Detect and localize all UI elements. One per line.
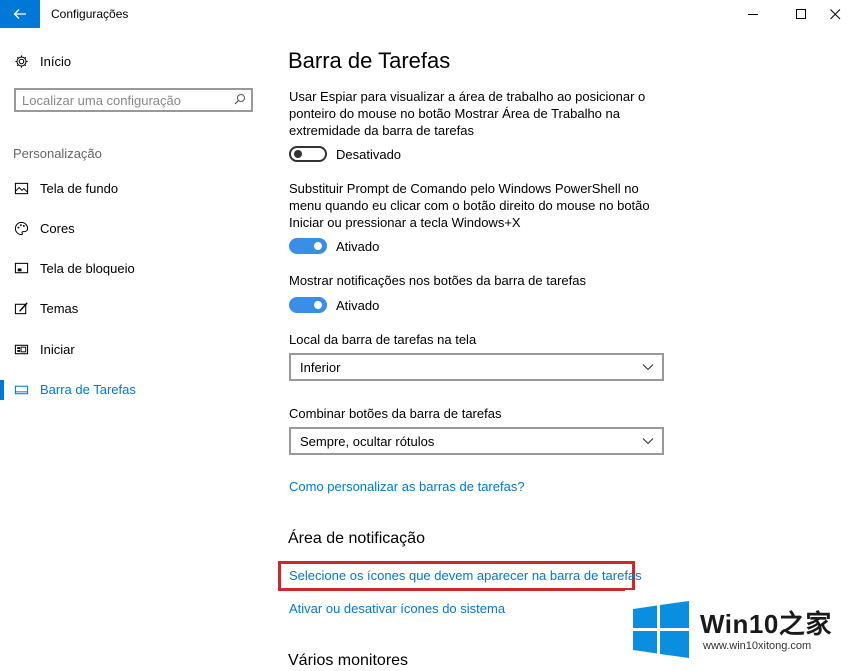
windows-logo-icon [633, 601, 689, 658]
toggle-knob [294, 150, 302, 158]
sidebar-item-colors[interactable]: Cores [13, 218, 75, 238]
combine-label: Combinar botões da barra de tarefas [289, 406, 502, 421]
notifications-toggle-state: Ativado [336, 298, 380, 313]
powershell-toggle[interactable] [289, 238, 327, 254]
palette-icon [13, 220, 29, 236]
toggle-knob [314, 301, 322, 309]
sidebar-item-start[interactable]: Iniciar [13, 339, 75, 359]
sidebar-item-label: Tela de bloqueio [40, 260, 135, 276]
search-input[interactable] [22, 92, 227, 108]
notifications-setting-description: Mostrar notificações nos botões da barra… [289, 273, 586, 288]
search-icon [234, 94, 245, 105]
location-label: Local da barra de tarefas na tela [289, 332, 477, 347]
combine-dropdown-value: Sempre, ocultar rótulos [300, 434, 435, 449]
sidebar-item-label: Início [40, 53, 72, 69]
sidebar-item-lock-screen[interactable]: Tela de bloqueio [13, 258, 135, 278]
taskbar-icon [13, 381, 29, 397]
close-button[interactable] [812, 0, 858, 28]
peek-toggle-state: Desativado [336, 147, 402, 162]
toggle-knob [314, 242, 322, 250]
search-field[interactable] [14, 88, 253, 112]
section-label: Personalização [13, 146, 102, 161]
sidebar-item-label: Iniciar [40, 341, 75, 357]
watermark-title: Win10之家 [700, 609, 832, 639]
location-dropdown[interactable]: Inferior [289, 353, 664, 381]
close-icon [829, 8, 840, 19]
sidebar-item-background[interactable]: Tela de fundo [13, 178, 118, 198]
back-button[interactable] [0, 0, 40, 28]
selection-indicator [0, 380, 4, 400]
combine-dropdown[interactable]: Sempre, ocultar rótulos [289, 427, 664, 455]
sidebar-item-themes[interactable]: Temas [13, 298, 78, 318]
powershell-setting-description: Substituir Prompt de Comando pelo Window… [289, 181, 650, 230]
gear-icon [13, 53, 29, 69]
peek-setting-description: Usar Espiar para visualizar a área de tr… [289, 89, 646, 138]
system-icons-link[interactable]: Ativar ou desativar ícones do sistema [289, 601, 505, 616]
window-title: Configurações [51, 7, 129, 21]
customize-taskbars-link[interactable]: Como personalizar as barras de tarefas? [289, 479, 525, 494]
chevron-down-icon [642, 364, 654, 371]
sidebar-item-label: Cores [40, 220, 75, 236]
themes-icon [13, 300, 29, 316]
sidebar-item-label: Barra de Tarefas [40, 381, 136, 397]
peek-toggle[interactable] [289, 146, 327, 162]
sidebar-item-home[interactable]: Início [13, 51, 71, 71]
chevron-down-icon [642, 438, 654, 445]
lock-screen-icon [13, 260, 29, 276]
page-title: Barra de Tarefas [288, 48, 451, 73]
powershell-toggle-state: Ativado [336, 239, 380, 254]
start-icon [13, 341, 29, 357]
watermark-url: www.win10xitong.com [703, 640, 812, 652]
minimize-button[interactable] [730, 0, 776, 28]
sidebar-item-label: Temas [40, 300, 79, 316]
sidebar-item-taskbar[interactable]: Barra de Tarefas [13, 379, 136, 399]
multiple-monitors-heading: Vários monitores [288, 652, 409, 669]
notification-area-heading: Área de notificação [288, 530, 425, 547]
select-icons-link[interactable]: Selecione os ícones que devem aparecer n… [289, 568, 642, 583]
location-dropdown-value: Inferior [300, 360, 341, 375]
maximize-icon [795, 8, 806, 19]
title-bar: Configurações [0, 0, 860, 28]
notifications-toggle[interactable] [289, 297, 327, 313]
back-arrow-icon [13, 9, 26, 19]
sidebar-item-label: Tela de fundo [40, 180, 119, 196]
watermark: Win10之家 www.win10xitong.com [625, 590, 860, 671]
minimize-icon [747, 13, 758, 15]
picture-icon [13, 180, 29, 196]
